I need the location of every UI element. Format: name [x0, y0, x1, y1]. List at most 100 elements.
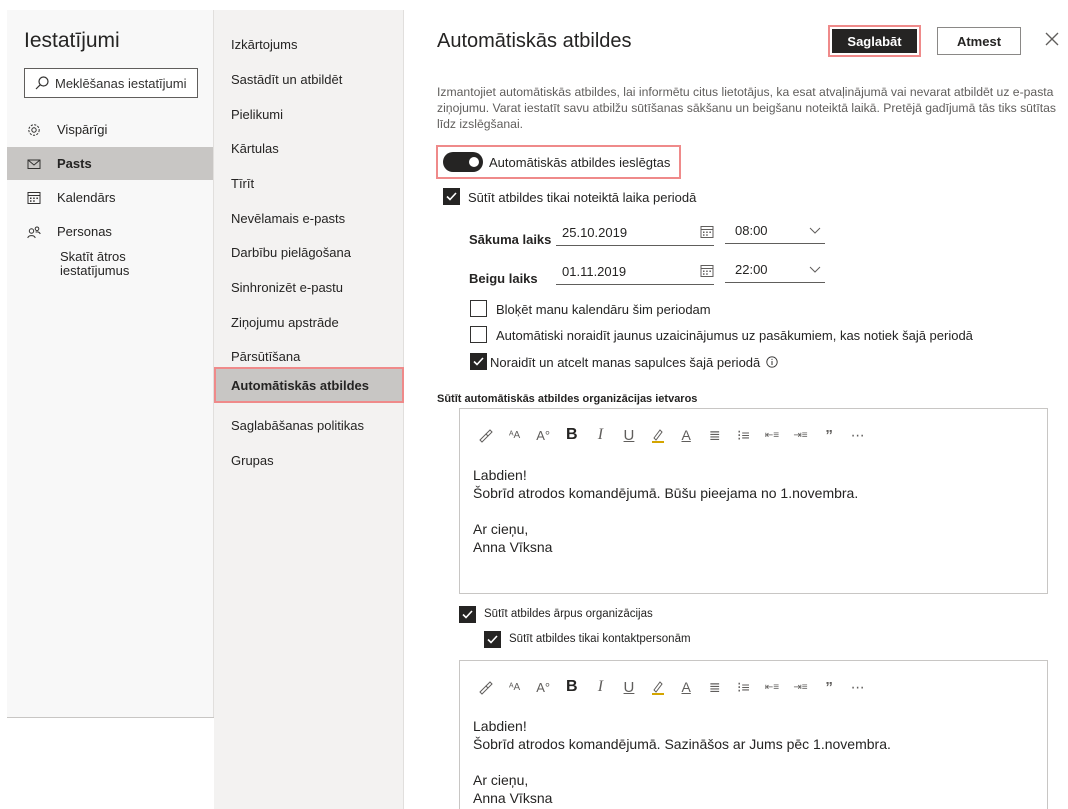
nav-item-compose-reply[interactable]: Sastādīt un atbildēt [231, 72, 342, 87]
cancel-meetings-label: Noraidīt un atcelt manas sapulces šajā p… [490, 355, 778, 370]
sidebar-item-label: Personas [57, 224, 112, 239]
checkmark-icon [446, 192, 457, 201]
outside-message-line: Labdien! [473, 718, 527, 734]
font-size-icon[interactable]: ᴬA [505, 425, 525, 445]
font-size-icon[interactable]: ᴬA [505, 677, 525, 697]
quote-icon[interactable]: ” [819, 425, 839, 445]
increase-indent-icon[interactable]: ⇥≡ [791, 677, 811, 697]
save-button-highlight: Saglabāt [828, 25, 921, 57]
nav-item-retention-policies[interactable]: Saglabāšanas politikas [231, 418, 364, 433]
numbering-icon[interactable]: ⁝≡ [733, 677, 753, 697]
block-calendar-checkbox[interactable] [470, 300, 487, 317]
time-period-label: Sūtīt atbildes tikai noteiktā laika peri… [468, 190, 697, 205]
bold-icon[interactable]: B [562, 425, 582, 445]
settings-sidebar: Iestatījumi Meklēšanas iestatījumi Vispā… [7, 10, 214, 717]
sidebar-item-calendar[interactable]: Kalendārs [7, 181, 213, 214]
more-options-icon[interactable]: ⋯ [848, 677, 868, 697]
outside-org-message-editor[interactable]: ᴬA A° B I U A ≣ ⁝≡ ⇤≡ ⇥≡ ” ⋯ Labdien! Šo… [459, 660, 1048, 809]
start-date-field[interactable]: 25.10.2019 [556, 219, 714, 246]
quote-icon[interactable]: ” [819, 677, 839, 697]
more-options-icon[interactable]: ⋯ [848, 425, 868, 445]
checkmark-icon [462, 610, 473, 619]
decrease-indent-icon[interactable]: ⇤≡ [762, 677, 782, 697]
start-time-dropdown[interactable]: 08:00 [725, 217, 825, 244]
sidebar-item-mail[interactable]: Pasts [7, 147, 213, 180]
mail-settings-nav: Izkārtojums Sastādīt un atbildēt Pieliku… [214, 10, 404, 809]
inside-message-line: Ar cieņu, [473, 521, 529, 537]
sidebar-item-general[interactable]: Vispārīgi [7, 113, 213, 146]
nav-item-layout[interactable]: Izkārtojums [231, 37, 297, 52]
increase-indent-icon[interactable]: ⇥≡ [791, 425, 811, 445]
italic-icon[interactable]: I [590, 677, 610, 697]
inside-org-message-editor[interactable]: ᴬA A° B I U A ≣ ⁝≡ ⇤≡ ⇥≡ ” ⋯ Labdien! Šo… [459, 408, 1048, 594]
end-date-value: 01.11.2019 [562, 263, 627, 279]
outside-org-label: Sūtīt atbildes ārpus organizācijas [484, 608, 653, 620]
nav-item-attachments[interactable]: Pielikumi [231, 107, 283, 122]
automatic-replies-pane: Automātiskās atbildes Saglabāt Atmest Iz… [404, 10, 1068, 809]
nav-item-groups[interactable]: Grupas [231, 453, 274, 468]
end-date-field[interactable]: 01.11.2019 [556, 258, 714, 285]
nav-item-automatic-replies[interactable]: Automātiskās atbildes [214, 367, 404, 403]
calendar-icon[interactable] [700, 264, 714, 278]
settings-window: Iestatījumi Meklēšanas iestatījumi Vispā… [7, 10, 1068, 809]
nav-item-sync-email[interactable]: Sinhronizēt e-pastu [231, 280, 343, 295]
nav-item-message-handling[interactable]: Ziņojumu apstrāde [231, 315, 339, 330]
decline-invites-label: Automātiski noraidīt jaunus uzaicinājumu… [496, 328, 973, 343]
outside-message-line: Ar cieņu, [473, 772, 529, 788]
discard-button[interactable]: Atmest [937, 27, 1021, 55]
font-color-icon[interactable]: A [676, 677, 696, 697]
decrease-indent-icon[interactable]: ⇤≡ [762, 425, 782, 445]
highlight-icon[interactable] [648, 425, 668, 445]
inside-org-section-label: Sūtīt automātiskās atbildes organizācija… [437, 393, 698, 405]
bullets-icon[interactable]: ≣ [705, 425, 725, 445]
save-button[interactable]: Saglabāt [832, 29, 917, 53]
superscript-icon[interactable]: A° [533, 425, 553, 445]
format-painter-icon[interactable] [476, 425, 496, 445]
quick-settings-link[interactable]: Skatīt ātros iestatījumus [60, 250, 180, 278]
start-time-label: Sākuma laiks [469, 232, 552, 247]
inside-message-line: Labdien! [473, 467, 527, 483]
font-color-icon[interactable]: A [676, 425, 696, 445]
outside-message-line: Anna Vīksna [473, 790, 553, 806]
outside-org-checkbox[interactable] [459, 606, 476, 623]
info-icon[interactable] [766, 356, 778, 368]
decline-invites-checkbox[interactable] [470, 326, 487, 343]
checkmark-icon [473, 357, 484, 366]
contacts-only-checkbox[interactable] [484, 631, 501, 648]
chevron-down-icon [809, 266, 821, 273]
page-title: Automātiskās atbildes [437, 30, 632, 52]
settings-search-input[interactable]: Meklēšanas iestatījumi [24, 68, 198, 98]
sidebar-item-label: Vispārīgi [57, 122, 108, 137]
underline-icon[interactable]: U [619, 425, 639, 445]
highlight-icon[interactable] [648, 677, 668, 697]
automatic-replies-description: Izmantojiet automātiskās atbildes, lai i… [437, 85, 1056, 131]
search-placeholder: Meklēšanas iestatījumi [55, 75, 187, 91]
cancel-meetings-checkbox[interactable] [470, 353, 487, 370]
numbering-icon[interactable]: ⁝≡ [733, 425, 753, 445]
underline-icon[interactable]: U [619, 677, 639, 697]
auto-replies-toggle[interactable] [443, 152, 483, 172]
bold-icon[interactable]: B [562, 677, 582, 697]
format-painter-icon[interactable] [476, 677, 496, 697]
mail-icon [27, 157, 41, 171]
block-calendar-label: Bloķēt manu kalendāru šim periodam [496, 302, 711, 317]
italic-icon[interactable]: I [590, 425, 610, 445]
nav-item-forwarding[interactable]: Pārsūtīšana [231, 349, 300, 364]
search-icon [35, 76, 49, 90]
bullets-icon[interactable]: ≣ [705, 677, 725, 697]
close-icon[interactable] [1043, 30, 1061, 48]
start-time-value: 08:00 [735, 222, 768, 238]
calendar-icon[interactable] [700, 225, 714, 239]
nav-item-customize-actions[interactable]: Darbību pielāgošana [231, 245, 351, 260]
superscript-icon[interactable]: A° [533, 677, 553, 697]
nav-item-rules[interactable]: Kārtulas [231, 141, 279, 156]
sidebar-item-people[interactable]: Personas [7, 215, 213, 248]
end-time-dropdown[interactable]: 22:00 [725, 256, 825, 283]
checkmark-icon [487, 635, 498, 644]
settings-title: Iestatījumi [24, 29, 120, 52]
nav-item-junk-email[interactable]: Nevēlamais e-pasts [231, 211, 345, 226]
sidebar-bottom-border [7, 717, 214, 718]
time-period-checkbox[interactable] [443, 188, 460, 205]
nav-item-sweep[interactable]: Tīrīt [231, 176, 254, 191]
formatting-toolbar: ᴬA A° B I U A ≣ ⁝≡ ⇤≡ ⇥≡ ” ⋯ [476, 677, 876, 697]
